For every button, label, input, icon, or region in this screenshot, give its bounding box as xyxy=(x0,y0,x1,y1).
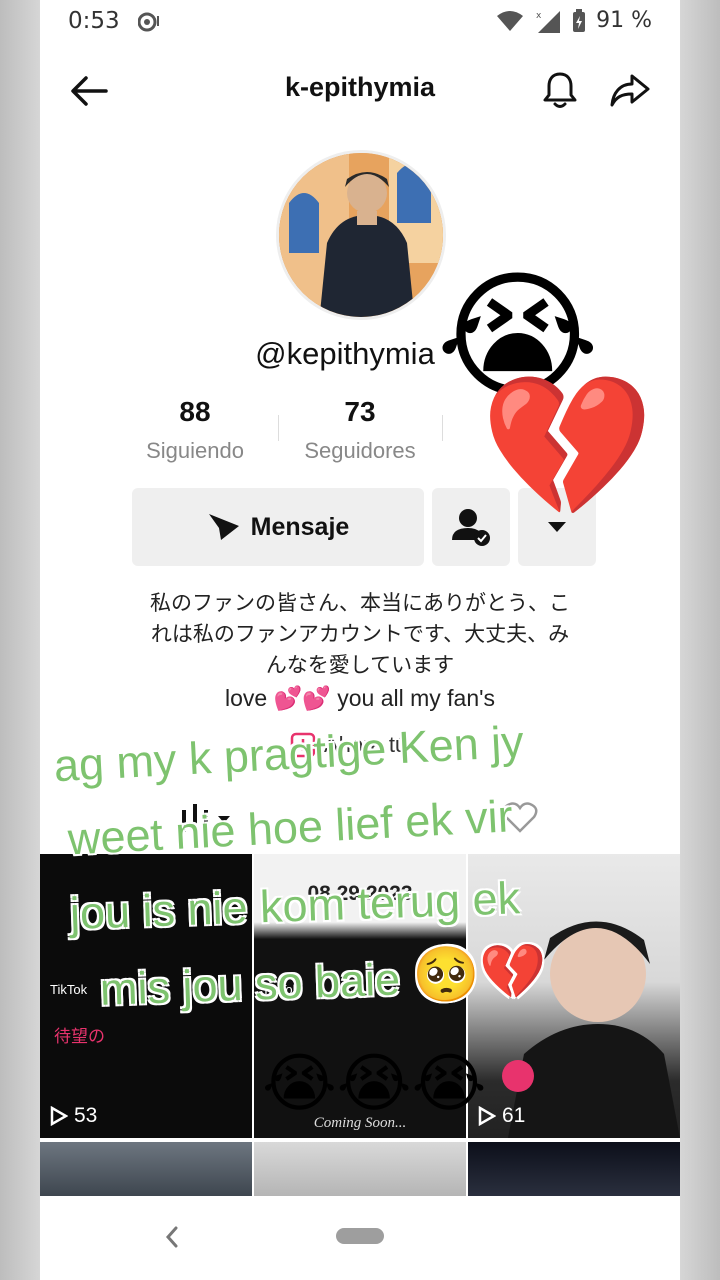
video-thumbnail[interactable] xyxy=(468,1142,680,1196)
broken-heart-sticker: 💔 xyxy=(480,366,655,529)
followers-label[interactable]: Seguidores xyxy=(280,438,440,464)
play-icon xyxy=(50,1106,68,1126)
video-thumbnail[interactable] xyxy=(40,1142,252,1196)
home-pill[interactable] xyxy=(336,1228,384,1244)
view-count-value: 53 xyxy=(74,1104,98,1127)
status-bar: 0:53 x 91 % xyxy=(40,0,680,44)
system-nav-bar xyxy=(40,1196,680,1280)
signal-icon: x xyxy=(536,10,561,33)
stats-divider xyxy=(278,415,279,441)
left-border xyxy=(0,0,40,1280)
status-icons: x 91 % xyxy=(496,8,652,33)
send-icon xyxy=(208,514,239,540)
battery-percent: 91 % xyxy=(596,8,652,33)
crying-emoji-row: 😭😭😭 xyxy=(262,1047,487,1121)
bio-line: 私のファンの皆さん、本当にありがとう、こ xyxy=(150,591,570,615)
video-thumbnail[interactable] xyxy=(254,1142,466,1196)
header-username: k-epithymia xyxy=(284,72,436,102)
svg-text:x: x xyxy=(536,11,542,21)
wifi-icon xyxy=(497,10,524,31)
following-label[interactable]: Siguiendo xyxy=(115,438,275,464)
followers-count[interactable]: 73 xyxy=(280,396,440,428)
view-count-value: 61 xyxy=(502,1104,526,1127)
profile-header: k-epithymia xyxy=(40,60,680,120)
pleading-heart-emojis: 🥺💔 xyxy=(411,941,548,1006)
status-time: 0:53 xyxy=(68,8,120,34)
overlay-line-text: mis jou so baie xyxy=(99,953,401,1015)
profile-bio: 私のファンの皆さん、本当にありがとう、こ れは私のファンアカウントです、大丈夫、… xyxy=(80,588,640,714)
bio-line: れは私のファンアカウントです、大丈夫、み xyxy=(150,622,570,646)
bio-line: んなを愛しています xyxy=(265,653,455,677)
avatar-photo xyxy=(279,153,443,317)
right-border xyxy=(680,0,720,1280)
message-button-label: Mensaje xyxy=(250,512,350,541)
phone-screen: 0:53 x 91 % k-epithymia @kepithymia 88 S… xyxy=(40,0,680,1280)
view-count: 53 xyxy=(50,1104,97,1128)
bell-icon[interactable] xyxy=(538,68,582,112)
following-count[interactable]: 88 xyxy=(115,396,275,428)
battery-icon xyxy=(573,8,586,32)
message-button[interactable]: Mensaje xyxy=(132,488,424,566)
share-icon[interactable] xyxy=(608,68,652,112)
overlay-caption: ag my k pragtige Ken jy weet nie hoe lie… xyxy=(40,716,680,1029)
nav-back-icon[interactable] xyxy=(162,1222,182,1252)
avatar[interactable] xyxy=(276,150,446,320)
recording-icon xyxy=(138,12,159,32)
